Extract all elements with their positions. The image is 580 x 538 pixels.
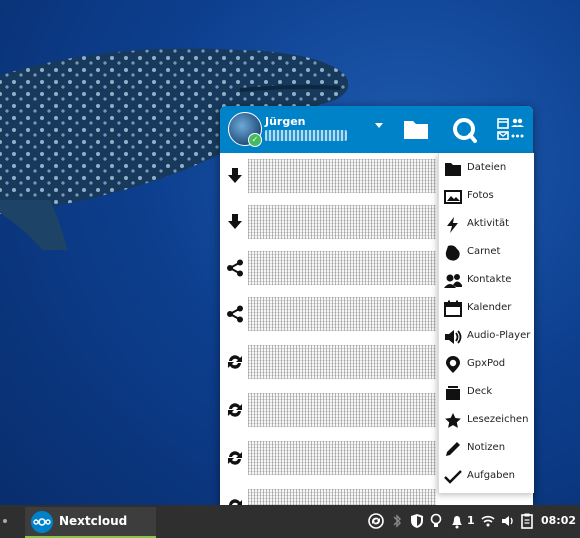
app-menu-item-lesezeichen[interactable]: Lesezeichen <box>439 407 534 435</box>
list-item[interactable] <box>220 153 438 199</box>
app-menu-item-label: Aktivität <box>467 218 509 229</box>
app-menu-item-label: Deck <box>467 386 493 397</box>
calendar-icon <box>444 300 462 317</box>
app-menu-item-kalender[interactable]: Kalender <box>439 295 534 323</box>
checkmark-icon <box>444 470 462 484</box>
activity-text-redacted <box>248 159 436 193</box>
app-menu-item-label: Kalender <box>467 302 512 313</box>
account-server-redacted <box>265 130 347 141</box>
share-icon <box>227 259 243 277</box>
app-menu-item-label: Aufgaben <box>467 470 516 481</box>
app-menu-item-label: Carnet <box>467 246 501 257</box>
list-item[interactable] <box>220 291 438 337</box>
activity-text-redacted <box>248 297 436 331</box>
activity-text-redacted <box>248 393 436 427</box>
deck-icon <box>446 386 460 400</box>
star-icon <box>445 413 461 428</box>
app-menu-item-kontakte[interactable]: Kontakte <box>439 267 534 295</box>
pencil-icon <box>446 442 460 456</box>
download-icon <box>228 214 242 229</box>
app-menu-item-label: Dateien <box>467 162 507 173</box>
activity-text-redacted <box>248 345 436 379</box>
notification-count: 1 <box>467 514 475 527</box>
app-menu-item-label: Audio-Player <box>467 330 531 341</box>
chevron-down-icon[interactable] <box>375 123 383 128</box>
list-item[interactable] <box>220 245 438 291</box>
app-menu-item-label: Notizen <box>467 442 506 453</box>
list-item[interactable] <box>220 435 438 481</box>
share-icon <box>227 305 243 323</box>
app-menu-item-carnet[interactable]: Carnet <box>439 239 534 267</box>
nextcloud-header: ✓ Jürgen <box>220 106 533 153</box>
taskbar-item-nextcloud[interactable]: Nextcloud <box>25 507 156 538</box>
sync-icon <box>229 499 242 505</box>
volume-icon[interactable] <box>501 513 515 529</box>
app-menu-item-deck[interactable]: Deck <box>439 379 534 407</box>
shield-icon[interactable] <box>410 513 424 529</box>
app-menu-item-aufgaben[interactable]: Aufgaben <box>439 463 534 491</box>
app-menu-item-label: GpxPod <box>467 358 506 369</box>
carnet-icon <box>445 245 460 261</box>
taskbar-item-label: Nextcloud <box>59 514 128 528</box>
clipboard-icon[interactable] <box>521 513 533 529</box>
list-item[interactable] <box>220 483 438 505</box>
app-menu-item-dateien[interactable]: Dateien <box>439 155 534 183</box>
wifi-icon[interactable] <box>481 513 495 529</box>
contacts-icon <box>444 274 462 288</box>
speaker-icon <box>445 330 462 344</box>
app-menu-item-gpxpod[interactable]: GpxPod <box>439 351 534 379</box>
list-item[interactable] <box>220 199 438 245</box>
clock[interactable]: 08:02 <box>541 514 576 527</box>
activity-list[interactable] <box>220 153 438 505</box>
activity-text-redacted <box>248 251 436 285</box>
search-icon[interactable] <box>450 116 478 144</box>
download-icon <box>228 168 242 183</box>
account-username[interactable]: Jürgen <box>265 115 306 128</box>
app-menu-item-notizen[interactable]: Notizen <box>439 435 534 463</box>
apps-dropdown-menu: Dateien Fotos Aktivität Carnet Kontakte … <box>438 153 534 493</box>
sync-icon <box>228 451 242 465</box>
lightbulb-icon[interactable] <box>430 513 442 529</box>
list-item[interactable] <box>220 339 438 385</box>
taskbar: Nextcloud 1 08:02 <box>0 505 580 538</box>
map-pin-icon <box>446 356 460 373</box>
app-menu-item-label: Kontakte <box>467 274 512 285</box>
nextcloud-logo-icon <box>31 511 53 533</box>
apps-menu-icon[interactable] <box>496 115 526 145</box>
app-menu-item-audio-player[interactable]: Audio-Player <box>439 323 534 351</box>
app-menu-item-aktivitaet[interactable]: Aktivität <box>439 211 534 239</box>
bluetooth-icon[interactable] <box>391 513 403 529</box>
notification-bell-icon[interactable] <box>450 513 464 529</box>
taskbar-menu-handle[interactable] <box>3 519 7 523</box>
online-status-icon: ✓ <box>248 133 262 147</box>
sync-icon <box>228 403 242 417</box>
app-menu-item-label: Lesezeichen <box>467 414 529 425</box>
folder-icon <box>445 163 461 176</box>
app-menu-item-label: Fotos <box>467 190 494 201</box>
list-item[interactable] <box>220 387 438 433</box>
activity-text-redacted <box>248 205 436 239</box>
activity-text-redacted <box>248 489 436 505</box>
activity-text-redacted <box>248 441 436 475</box>
folder-icon[interactable] <box>402 116 430 142</box>
sync-tray-icon[interactable] <box>368 513 384 529</box>
image-icon <box>444 190 462 204</box>
lightning-icon <box>447 217 458 233</box>
sync-icon <box>228 355 242 369</box>
app-menu-item-fotos[interactable]: Fotos <box>439 183 534 211</box>
